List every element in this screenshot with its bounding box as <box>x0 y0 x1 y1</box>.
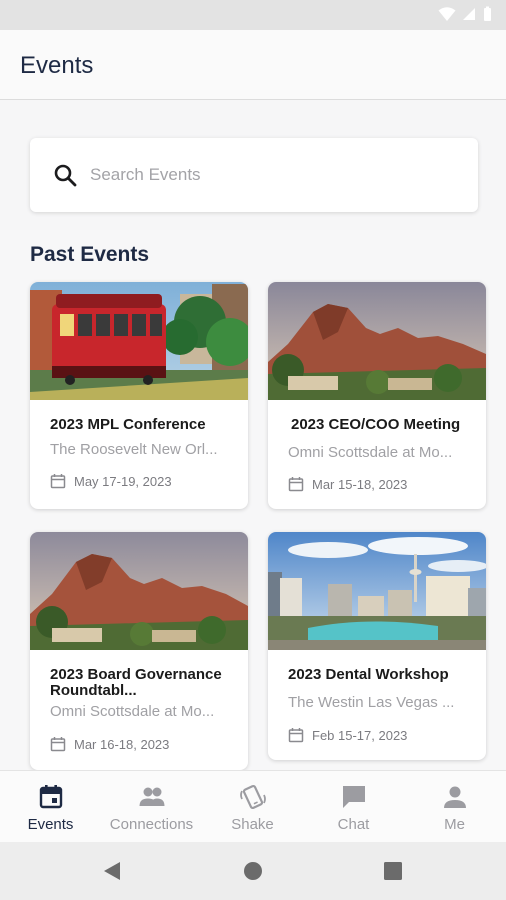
wifi-icon <box>438 7 456 21</box>
search-icon <box>54 164 77 187</box>
section-title: Past Events <box>30 243 150 266</box>
search-section <box>0 100 506 230</box>
nav-item-connections[interactable]: Connections <box>101 771 202 843</box>
event-date: Mar 15-18, 2023 <box>312 476 408 492</box>
event-date-row: Mar 16-18, 2023 <box>50 736 169 752</box>
calendar-icon <box>288 477 304 492</box>
system-nav-bar <box>0 842 506 900</box>
chat-bubble-icon <box>342 786 365 808</box>
nav-item-events[interactable]: Events <box>0 771 101 843</box>
search-input[interactable] <box>90 158 450 192</box>
calendar-icon <box>50 474 66 489</box>
calendar-icon <box>50 737 66 752</box>
event-venue: The Westin Las Vegas ... <box>288 694 455 711</box>
home-icon[interactable] <box>241 859 265 883</box>
people-icon <box>139 787 164 806</box>
event-card[interactable]: 2023 MPL Conference The Roosevelt New Or… <box>30 282 248 509</box>
status-icons <box>438 6 492 22</box>
back-icon[interactable] <box>100 859 124 883</box>
person-icon <box>443 786 466 808</box>
nav-item-shake[interactable]: Shake <box>202 771 303 843</box>
event-image-las-vegas-skyline <box>268 532 486 650</box>
event-venue: Omni Scottsdale at Mo... <box>288 444 453 461</box>
event-venue: The Roosevelt New Orl... <box>50 441 218 458</box>
event-venue: Omni Scottsdale at Mo... <box>50 703 215 720</box>
app-bar: Events <box>0 30 506 100</box>
bottom-nav: Events Connections Shake Chat Me <box>0 770 506 842</box>
event-title: 2023 Dental Workshop <box>288 667 449 683</box>
calendar-icon <box>288 728 304 743</box>
calendar-icon <box>39 785 62 809</box>
event-card[interactable]: 2023 Board Governance Roundtabl... Omni … <box>30 532 248 770</box>
event-date-row: May 17-19, 2023 <box>50 473 172 489</box>
recents-icon[interactable] <box>381 859 405 883</box>
nav-label-connections: Connections <box>109 816 194 833</box>
signal-icon <box>463 8 475 20</box>
battery-icon <box>484 6 491 21</box>
event-image-desert-mountain <box>30 532 248 650</box>
status-bar <box>0 0 506 30</box>
event-date-row: Feb 15-17, 2023 <box>288 727 407 743</box>
event-image-streetcar <box>30 282 248 400</box>
event-card[interactable]: 2023 Dental Workshop The Westin Las Vega… <box>268 532 486 760</box>
shake-phone-icon <box>239 784 266 810</box>
event-image-desert-mountain <box>268 282 486 400</box>
nav-item-me[interactable]: Me <box>404 771 505 843</box>
event-card[interactable]: 2023 CEO/COO Meeting Omni Scottsdale at … <box>268 282 486 509</box>
event-title: 2023 CEO/COO Meeting <box>291 417 461 433</box>
event-title: 2023 MPL Conference <box>50 417 206 433</box>
event-title: 2023 Board Governance Roundtabl... <box>50 667 222 699</box>
nav-item-chat[interactable]: Chat <box>303 771 404 843</box>
nav-label-me: Me <box>444 816 465 833</box>
event-date-row: Mar 15-18, 2023 <box>288 476 407 492</box>
event-date: Mar 16-18, 2023 <box>74 736 170 752</box>
nav-label-events: Events <box>27 816 74 833</box>
event-date: May 17-19, 2023 <box>74 473 172 489</box>
nav-label-chat: Chat <box>337 816 370 833</box>
page-title: Events <box>20 52 94 79</box>
search-bar[interactable] <box>30 138 478 212</box>
nav-label-shake: Shake <box>231 816 274 833</box>
event-date: Feb 15-17, 2023 <box>312 727 408 743</box>
